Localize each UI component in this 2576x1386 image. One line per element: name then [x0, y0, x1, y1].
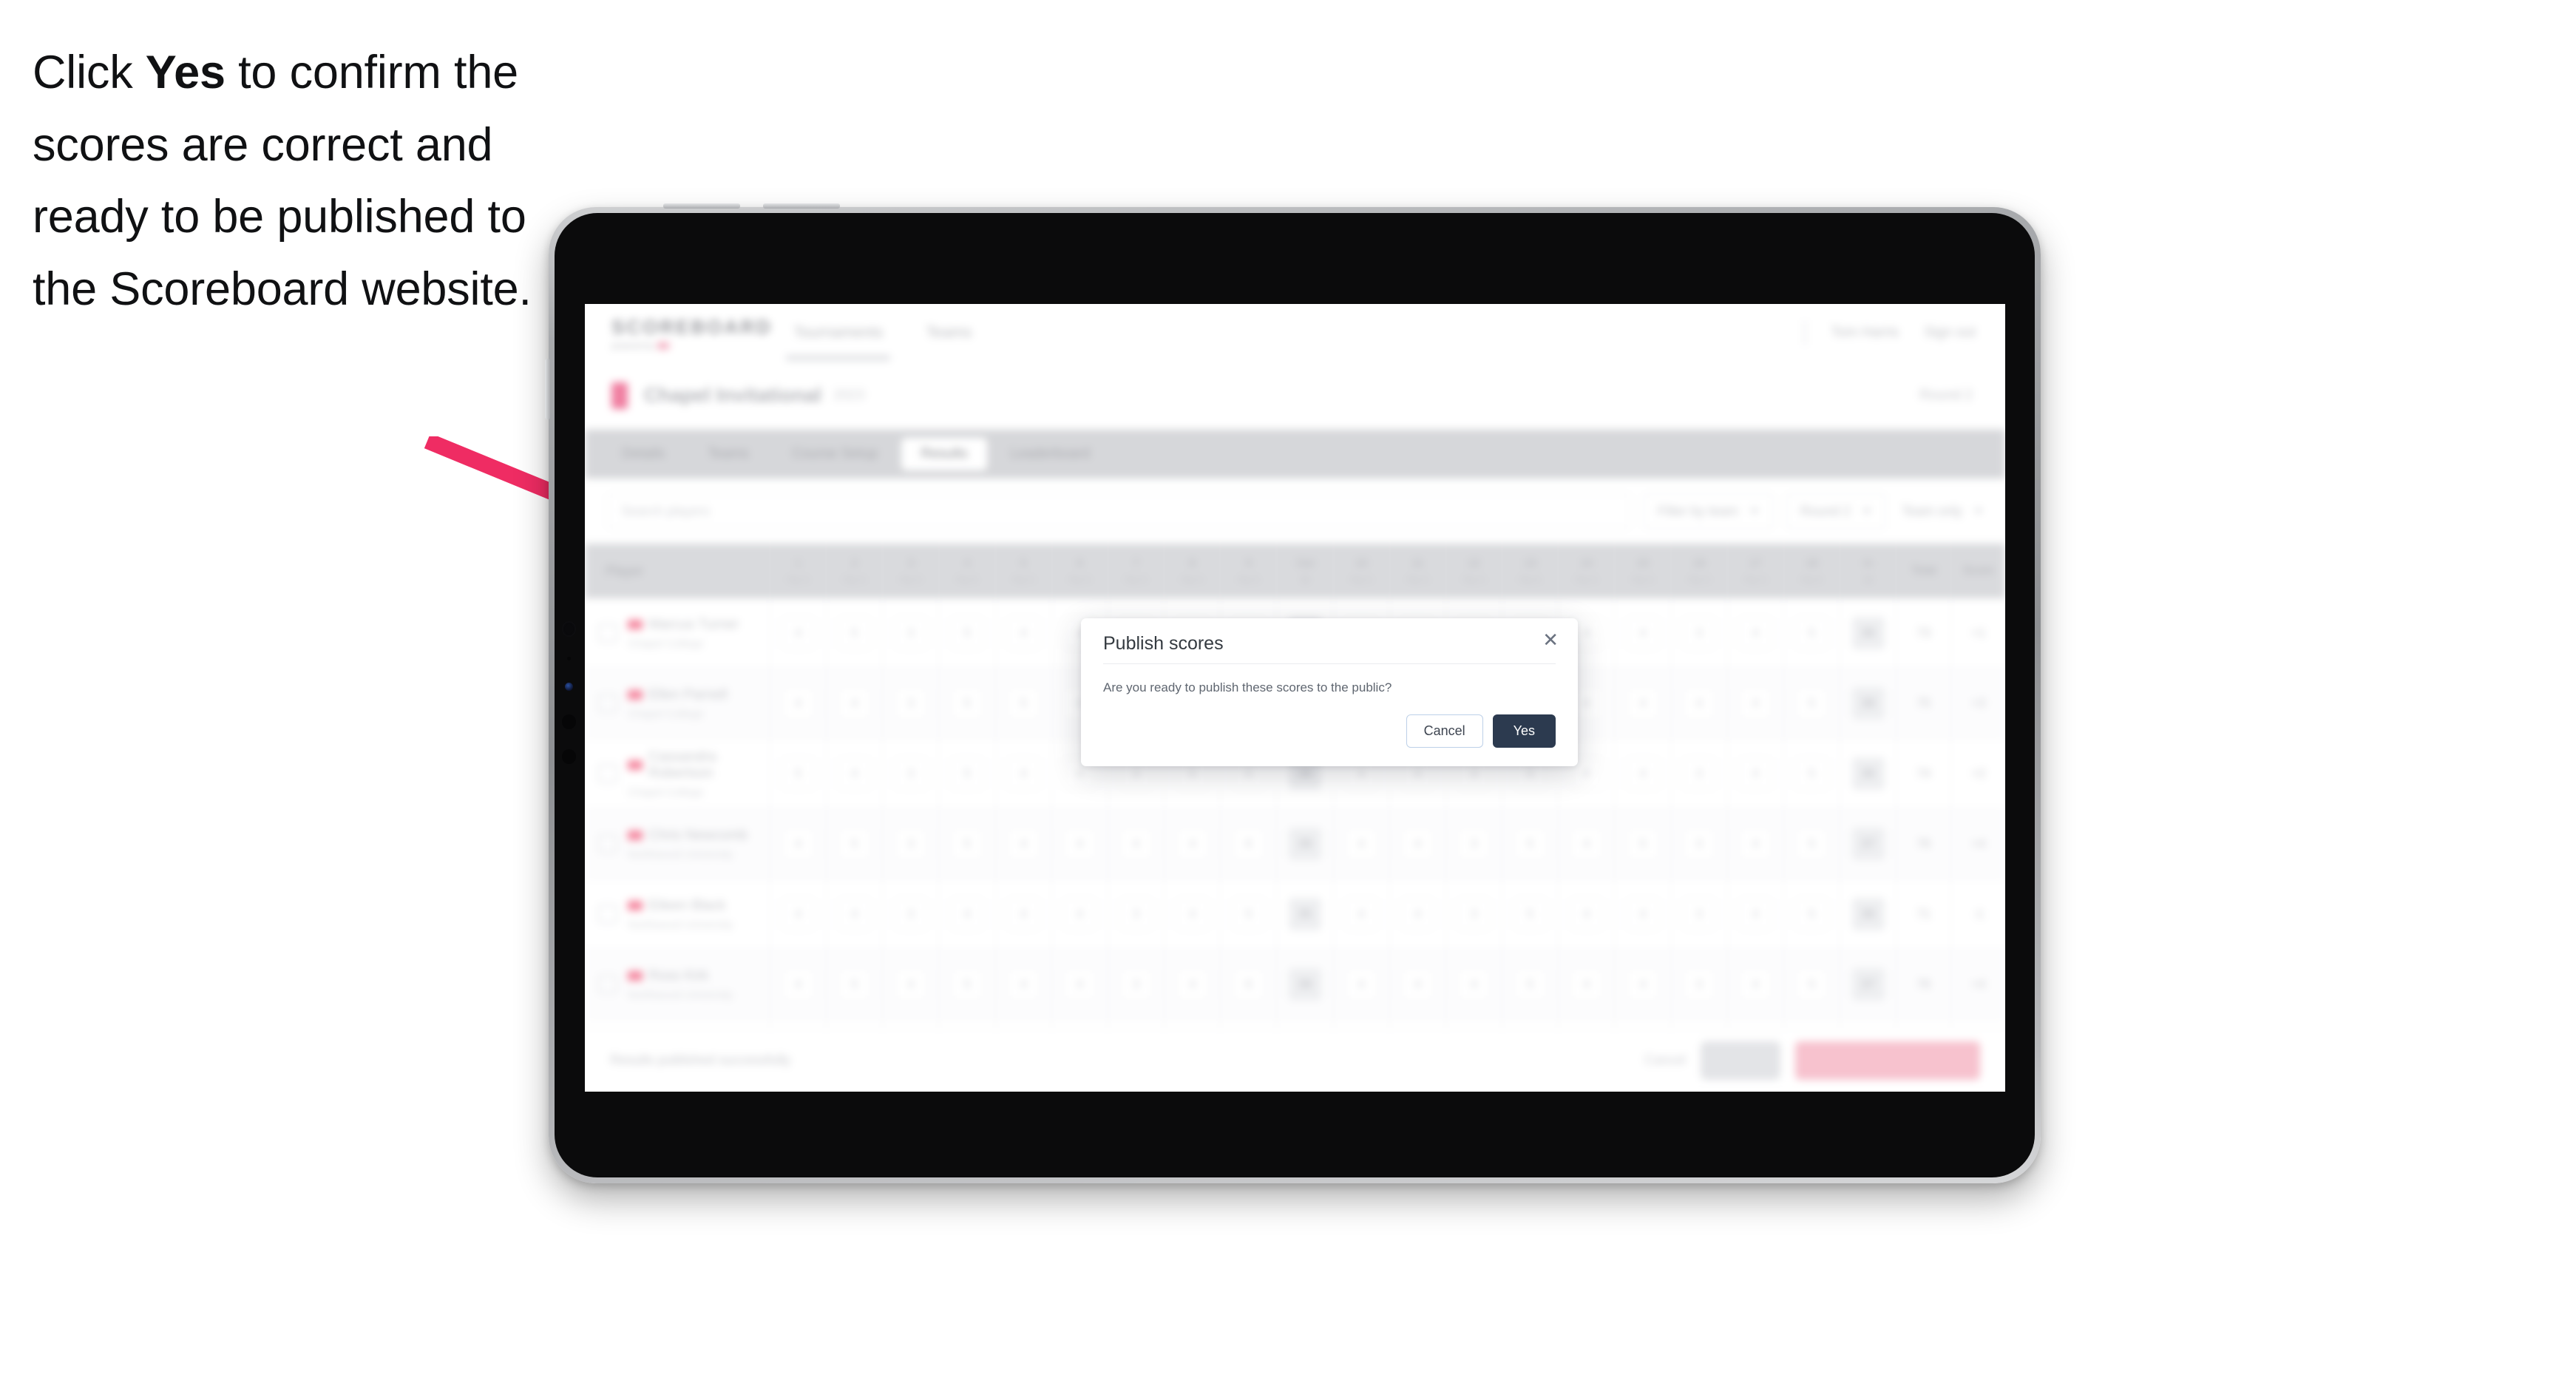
close-icon[interactable]: ✕	[1542, 630, 1559, 649]
volume-up-button[interactable]	[663, 203, 740, 209]
cancel-button[interactable]: Cancel	[1406, 714, 1483, 748]
microphone-icon	[562, 714, 576, 729]
modal-overlay: Publish scores ✕ Are you ready to publis…	[585, 304, 2005, 1092]
status-led-icon	[565, 683, 573, 691]
dialog-message: Are you ready to publish these scores to…	[1103, 680, 1392, 694]
speaker-icon	[562, 749, 576, 764]
instruction-caption: Click Yes to confirm the scores are corr…	[33, 37, 572, 326]
tablet-device: SCOREBOARD powered by Tournaments Teams …	[545, 203, 2041, 1183]
caption-text-before: Click	[33, 47, 146, 98]
screenshot-root: Click Yes to confirm the scores are corr…	[0, 0, 2576, 1386]
yes-button[interactable]: Yes	[1492, 714, 1556, 748]
publish-scores-dialog: Publish scores ✕ Are you ready to publis…	[1081, 618, 1578, 766]
ambient-sensor-icon	[567, 657, 571, 660]
caption-bold-yes: Yes	[145, 47, 226, 98]
dialog-header: Publish scores ✕	[1103, 630, 1559, 664]
power-button[interactable]	[545, 359, 550, 419]
tablet-screen: SCOREBOARD powered by Tournaments Teams …	[585, 304, 2005, 1092]
front-camera-icon	[562, 621, 576, 637]
dialog-title: Publish scores	[1103, 633, 1224, 654]
volume-down-button[interactable]	[763, 203, 840, 209]
dialog-actions: Cancel Yes	[1103, 714, 1556, 748]
